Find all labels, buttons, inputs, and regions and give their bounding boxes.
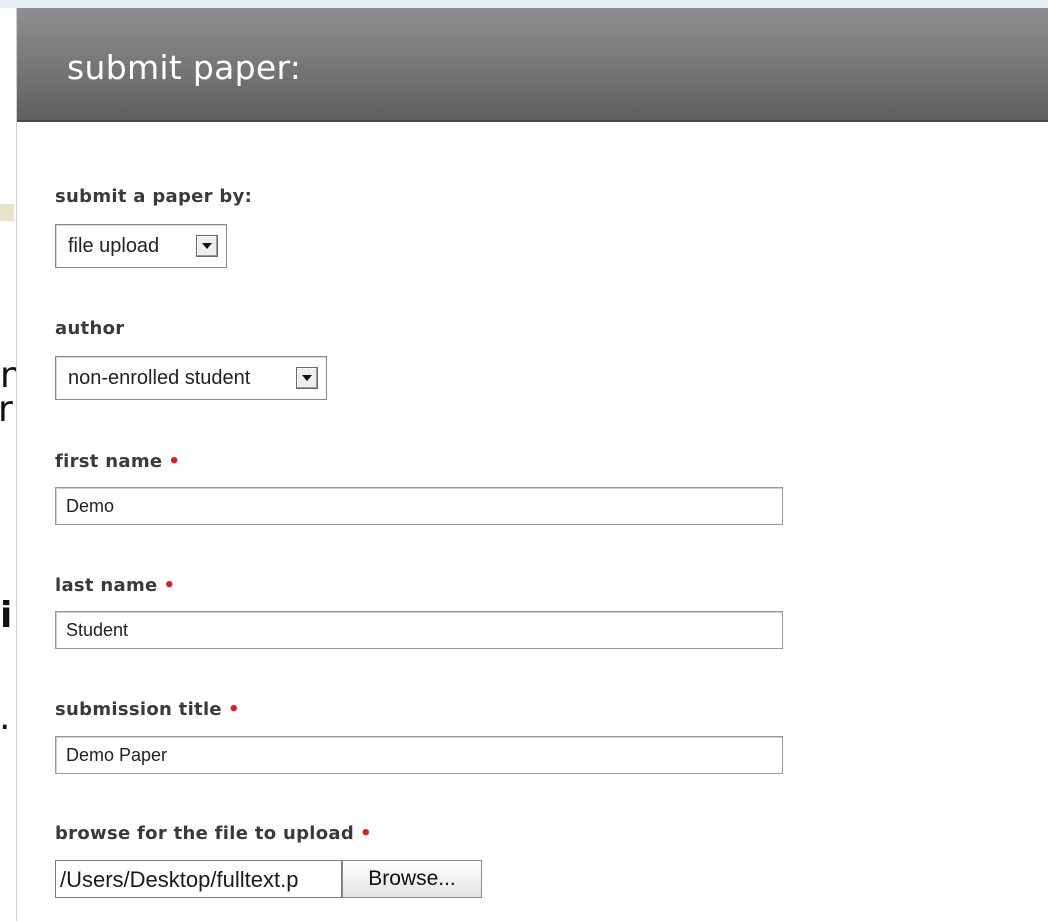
submit-by-select[interactable]: file upload bbox=[55, 224, 227, 268]
background-text-fragment: r bbox=[0, 389, 13, 430]
dropdown-arrow-icon[interactable] bbox=[296, 367, 318, 389]
top-strip bbox=[0, 0, 1048, 8]
first-name-label: first name • bbox=[55, 451, 180, 472]
last-name-field[interactable] bbox=[55, 611, 783, 649]
submission-title-field[interactable] bbox=[55, 736, 783, 774]
first-name-label-text: first name bbox=[55, 451, 163, 472]
file-upload-control: /Users/Desktop/fulltext.p Browse... bbox=[55, 860, 482, 898]
file-path-field[interactable]: /Users/Desktop/fulltext.p bbox=[55, 860, 342, 898]
required-marker: • bbox=[163, 575, 176, 596]
browse-button[interactable]: Browse... bbox=[342, 860, 482, 898]
file-upload-label-text: browse for the file to upload bbox=[55, 823, 355, 844]
submit-by-value: file upload bbox=[68, 234, 160, 257]
required-marker: • bbox=[168, 451, 181, 472]
submission-title-label-text: submission title bbox=[55, 699, 222, 720]
dropdown-arrow-icon[interactable] bbox=[196, 235, 218, 257]
page-title: submit paper: bbox=[67, 48, 302, 87]
submit-paper-panel: submit paper: submit a paper by: file up… bbox=[16, 8, 1048, 921]
required-marker: • bbox=[227, 699, 240, 720]
required-marker: • bbox=[360, 823, 372, 844]
background-text-fragment: . bbox=[0, 697, 11, 738]
submission-title-label: submission title • bbox=[55, 699, 240, 720]
last-name-label-text: last name bbox=[55, 575, 158, 596]
author-value: non-enrolled student bbox=[68, 366, 251, 389]
author-select[interactable]: non-enrolled student bbox=[55, 356, 327, 400]
file-upload-label: browse for the file to upload • bbox=[55, 823, 372, 844]
background-window: n r i . bbox=[0, 0, 23, 921]
panel-header: submit paper: bbox=[17, 8, 1048, 122]
background-text-fragment: i bbox=[0, 595, 13, 636]
last-name-label: last name • bbox=[55, 575, 175, 596]
submit-by-label: submit a paper by: bbox=[55, 186, 253, 207]
first-name-field[interactable] bbox=[55, 487, 783, 525]
author-label: author bbox=[55, 318, 125, 339]
background-tan-block bbox=[0, 204, 14, 221]
